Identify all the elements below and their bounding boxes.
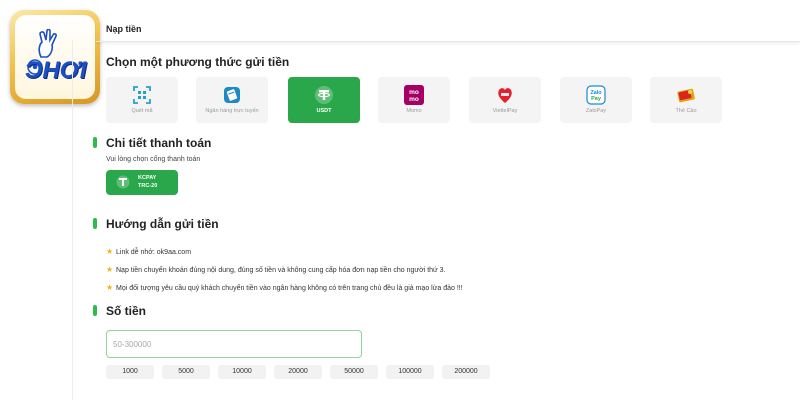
guide-text: Link dễ nhớ: ok9aa.com <box>116 249 192 256</box>
guide-item: ★ Nạp tiền chuyển khoản đúng nội dung, đú… <box>106 265 446 274</box>
online-bank-icon <box>224 87 240 103</box>
tether-icon <box>315 86 333 104</box>
section-marker <box>93 137 97 148</box>
qr-scan-icon <box>133 86 151 104</box>
viettelpay-icon <box>498 88 512 103</box>
header-bar: Nạp tiền <box>96 20 800 42</box>
quick-amount-chip[interactable]: 20000 <box>274 365 322 379</box>
method-label: Thẻ Cào <box>675 108 697 114</box>
guide-item: ★ Link dễ nhớ: ok9aa.com <box>106 247 191 256</box>
svg-text:mo: mo <box>409 96 419 103</box>
gateway-kcpay-trc20[interactable]: KCPAY TRC-20 <box>106 170 178 195</box>
sidebar-divider <box>72 40 73 400</box>
quick-amount-chip[interactable]: 1000 <box>106 365 154 379</box>
method-label: Momo <box>406 108 422 114</box>
guide-heading: Hướng dẫn gửi tiền <box>106 217 219 231</box>
guide-item: ★ Mọi đối tượng yêu cầu quý khách chuyển … <box>106 283 463 292</box>
deposit-page: ƆHƠI Nạp tiền Chọn một phương thức gửi t… <box>0 0 800 400</box>
star-icon: ★ <box>106 265 114 274</box>
quick-amount-chip[interactable]: 200000 <box>442 365 490 379</box>
svg-text:Pay: Pay <box>591 96 602 102</box>
amount-heading: Số tiền <box>106 304 147 318</box>
svg-text:mo: mo <box>409 89 419 96</box>
tether-icon <box>116 175 130 189</box>
method-viettelpay[interactable]: ViettelPay <box>469 77 541 123</box>
quick-amount-chip[interactable]: 10000 <box>218 365 266 379</box>
methods-heading: Chọn một phương thức gửi tiền <box>106 55 290 69</box>
logo-wordmark: ƆHƠI <box>25 57 87 84</box>
guide-text: Nạp tiền chuyển khoản đúng nội dung, đún… <box>116 267 446 274</box>
quick-amount-chip[interactable]: 100000 <box>386 365 434 379</box>
star-icon: ★ <box>106 247 114 256</box>
method-label: ViettelPay <box>492 108 518 114</box>
method-usdt[interactable]: USDT <box>288 77 360 123</box>
scratch-card-icon <box>677 88 695 103</box>
quick-amount-chip[interactable]: 50000 <box>330 365 378 379</box>
method-label: ZaloPay <box>585 108 607 114</box>
star-icon: ★ <box>106 283 114 292</box>
method-online-bank[interactable]: Ngân hàng trực tuyến <box>196 77 268 123</box>
gateway-hint: Vui lòng chọn cổng thanh toán <box>106 156 201 163</box>
method-scratch-card[interactable]: Thẻ Cào <box>650 77 722 123</box>
method-zalopay[interactable]: Zalo Pay ZaloPay <box>560 77 632 123</box>
method-label: Quét mã <box>131 108 153 114</box>
gateway-network: TRC-20 <box>138 183 158 189</box>
zalopay-icon: Zalo Pay <box>586 85 606 105</box>
hand-gesture-icon <box>38 29 57 58</box>
amount-input[interactable] <box>106 330 362 358</box>
logo-badge: ƆHƠI <box>15 15 95 99</box>
quick-amount-chip[interactable]: 5000 <box>162 365 210 379</box>
brand-logo[interactable]: ƆHƠI <box>10 10 100 104</box>
guide-text: Mọi đối tượng yêu cầu quý khách chuyển t… <box>116 285 463 292</box>
payment-details-heading: Chi tiết thanh toán <box>106 136 212 150</box>
gateway-name: KCPAY <box>138 175 157 181</box>
method-qr-scan[interactable]: Quét mã <box>106 77 178 123</box>
momo-icon: mo mo <box>404 85 424 105</box>
method-label: USDT <box>316 108 332 114</box>
section-marker <box>93 218 97 229</box>
section-marker <box>93 305 97 316</box>
method-momo[interactable]: mo mo Momo <box>378 77 450 123</box>
method-label: Ngân hàng trực tuyến <box>205 108 259 114</box>
page-title: Nạp tiền <box>106 24 142 34</box>
